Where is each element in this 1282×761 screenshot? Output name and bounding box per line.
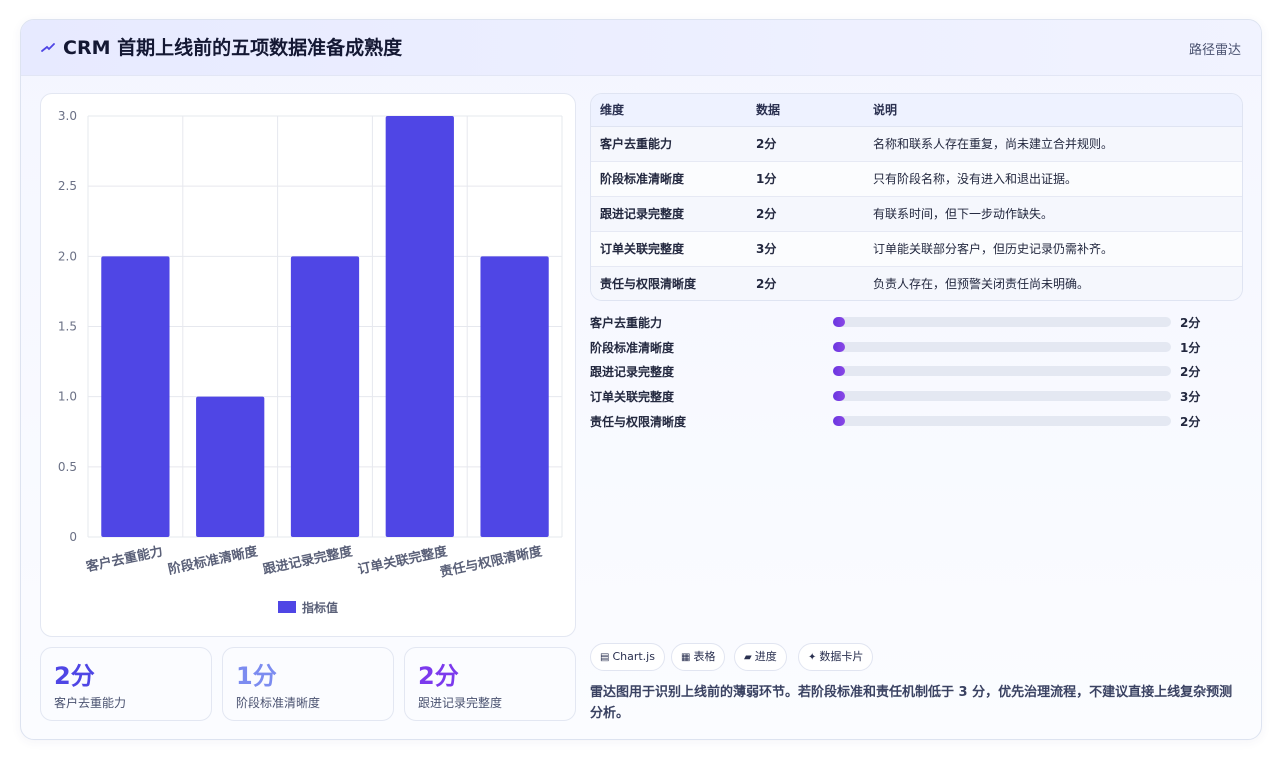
table-cell: 责任与权限清晰度 bbox=[591, 266, 747, 300]
progress-fill bbox=[833, 391, 845, 401]
table-cell: 阶段标准清晰度 bbox=[591, 161, 747, 197]
bar-chart-panel: 0 0.5 1.0 1.5 2.0 2.5 3.0 客户去重能力 阶段标准清晰度 跟进记录完整度订… bbox=[40, 93, 576, 637]
progress-label: 订单关联完整度 bbox=[590, 390, 675, 404]
table-cell: 3分 bbox=[747, 231, 864, 267]
table-cell: 只有阶段名称，没有进入和退出证据。 bbox=[864, 161, 1242, 197]
table-cell: 客户去重能力 bbox=[591, 126, 747, 162]
summary-note: 雷达图用于识别上线前的薄弱环节。若阶段标准和责任机制低于 3 分，优先治理流程，… bbox=[590, 685, 1233, 721]
progress-fill bbox=[833, 317, 845, 327]
table-header: 说明 bbox=[864, 94, 1242, 127]
page-title: CRM 首期上线前的五项数据准备成熟度 bbox=[63, 37, 403, 59]
progress-value: 3分 bbox=[1180, 390, 1201, 404]
table-header: 维度 bbox=[591, 94, 747, 127]
y-tick-label: 0 bbox=[69, 530, 77, 544]
table-row: 订单关联完整度 3分 订单能关联部分客户，但历史记录仍需补齐。 bbox=[591, 231, 1242, 267]
progress-value: 2分 bbox=[1180, 415, 1201, 429]
progress-row: 阶段标准清晰度 1分 bbox=[590, 337, 1243, 357]
y-tick-label: 1.5 bbox=[58, 320, 77, 334]
progress-label: 客户去重能力 bbox=[590, 316, 663, 330]
progress-value: 1分 bbox=[1180, 341, 1201, 355]
y-tick-label: 2.0 bbox=[58, 249, 77, 263]
trend-icon bbox=[41, 43, 55, 52]
stat-card-2: 1分 阶段标准清晰度 bbox=[222, 647, 394, 721]
stat-value: 2分 bbox=[54, 662, 95, 690]
bar bbox=[290, 256, 360, 537]
progress-value: 2分 bbox=[1180, 316, 1201, 330]
progress-label: 责任与权限清晰度 bbox=[590, 415, 687, 429]
table-header: 数据 bbox=[747, 94, 864, 127]
stat-value: 2分 bbox=[418, 662, 459, 690]
table-row: 责任与权限清晰度 2分 负责人存在，但预警关闭责任尚未明确。 bbox=[591, 266, 1242, 300]
header-right-label: 路径雷达 bbox=[1188, 43, 1241, 58]
stat-value: 1分 bbox=[236, 662, 277, 690]
table-cell: 2分 bbox=[747, 126, 864, 162]
bar-chart: 0 0.5 1.0 1.5 2.0 2.5 3.0 客户去重能力 阶段标准清晰度 跟进记录完整度订… bbox=[58, 109, 563, 615]
progress-track bbox=[833, 366, 1171, 376]
table-cell: 名称和联系人存在重复，尚未建立合并规则。 bbox=[864, 126, 1242, 162]
progress-row: 跟进记录完整度 2分 bbox=[590, 361, 1243, 381]
table-row: 阶段标准清晰度 1分 只有阶段名称，没有进入和退出证据。 bbox=[591, 161, 1242, 197]
progress-fill bbox=[833, 342, 845, 352]
tag-table[interactable]: ▦ 表格 bbox=[671, 643, 726, 671]
tag-label: 进度 bbox=[754, 650, 777, 663]
table-header-row: 维度 数据 说明 bbox=[591, 94, 1242, 127]
x-tick-label: 跟进记录完整度 bbox=[261, 543, 354, 578]
progress-fill bbox=[833, 416, 845, 426]
table-cell: 负责人存在，但预警关闭责任尚未明确。 bbox=[864, 266, 1242, 300]
stat-card-3: 2分 跟进记录完整度 bbox=[404, 647, 576, 721]
tag-progress[interactable]: ▰ 进度 bbox=[734, 643, 787, 671]
table-cell: 订单关联完整度 bbox=[591, 231, 747, 267]
table-cell: 2分 bbox=[747, 266, 864, 300]
chart-icon: ▤ bbox=[600, 652, 610, 663]
progress-row: 责任与权限清晰度 2分 bbox=[590, 411, 1243, 431]
legend-swatch bbox=[278, 601, 296, 613]
data-table: 维度 数据 说明 客户去重能力 2分 名称和联系人存在重复，尚未建立合并规则。 … bbox=[590, 93, 1243, 301]
y-tick-label: 2.5 bbox=[58, 179, 77, 193]
progress-track bbox=[833, 317, 1171, 327]
bar bbox=[101, 256, 170, 537]
progress-track bbox=[833, 342, 1171, 352]
dashboard-card: CRM 首期上线前的五项数据准备成熟度 路径雷达 0 0.5 1.0 1.5 2.0 2.… bbox=[20, 19, 1262, 740]
legend-label: 指标值 bbox=[302, 600, 338, 615]
bar bbox=[480, 256, 549, 537]
progress-fill bbox=[833, 366, 845, 376]
bar bbox=[385, 116, 454, 537]
y-tick-label: 3.0 bbox=[58, 109, 77, 123]
table-row: 客户去重能力 2分 名称和联系人存在重复，尚未建立合并规则。 bbox=[591, 126, 1242, 162]
y-tick-label: 0.5 bbox=[58, 460, 77, 474]
table-cell: 2分 bbox=[747, 196, 864, 232]
stat-card-1: 2分 客户去重能力 bbox=[40, 647, 212, 721]
table-cell: 跟进记录完整度 bbox=[591, 196, 747, 232]
tag-label: 数据卡片 bbox=[819, 650, 864, 663]
x-tick-label: 订单关联完整度 bbox=[356, 543, 449, 578]
progress-row: 客户去重能力 2分 bbox=[590, 312, 1243, 332]
tag-data-card[interactable]: ✦ 数据卡片 bbox=[798, 643, 874, 671]
x-tick-label: 阶段标准清晰度 bbox=[167, 543, 260, 578]
progress-track bbox=[833, 416, 1171, 426]
tag-label: Chart.js bbox=[612, 650, 655, 663]
y-tick-label: 1.0 bbox=[58, 390, 77, 404]
sparkle-icon: ✦ bbox=[808, 652, 817, 663]
bar bbox=[196, 396, 265, 537]
x-tick-label: 客户去重能力 bbox=[85, 543, 165, 575]
stat-label: 跟进记录完整度 bbox=[418, 696, 503, 710]
progress-label: 跟进记录完整度 bbox=[590, 365, 675, 379]
progress-track bbox=[833, 391, 1171, 401]
table-cell: 订单能关联部分客户，但历史记录仍需补齐。 bbox=[864, 231, 1242, 267]
tag-label: 表格 bbox=[693, 650, 716, 663]
header: CRM 首期上线前的五项数据准备成熟度 路径雷达 bbox=[21, 20, 1261, 76]
table-cell: 有联系时间，但下一步动作缺失。 bbox=[864, 196, 1242, 232]
table-row: 跟进记录完整度 2分 有联系时间，但下一步动作缺失。 bbox=[591, 196, 1242, 232]
table-icon: ▦ bbox=[681, 652, 691, 663]
progress-value: 2分 bbox=[1180, 365, 1201, 379]
table-cell: 1分 bbox=[747, 161, 864, 197]
progress-icon: ▰ bbox=[744, 652, 752, 663]
progress-label: 阶段标准清晰度 bbox=[590, 341, 675, 355]
stat-label: 客户去重能力 bbox=[54, 696, 127, 710]
tag-chartjs[interactable]: ▤ Chart.js bbox=[590, 643, 665, 671]
stat-label: 阶段标准清晰度 bbox=[236, 696, 321, 710]
progress-row: 订单关联完整度 3分 bbox=[590, 386, 1243, 406]
x-tick-label: 责任与权限清晰度 bbox=[438, 543, 544, 580]
